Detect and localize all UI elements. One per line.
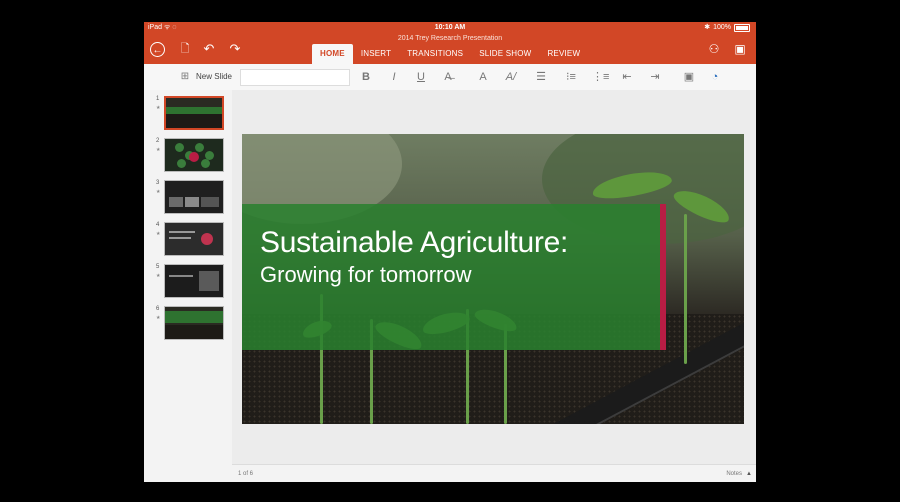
clock: 10:10 AM	[434, 24, 466, 31]
shapes-icon[interactable]: ◔	[708, 64, 722, 90]
italic-button[interactable]: I	[387, 64, 401, 90]
ipad-screen: iPad ᯤ ◌ 10:10 AM ✱ 100% 2014 Trey Resea…	[144, 22, 756, 482]
ribbon-bar: 2014 Trey Research Presentation ← 🗋 ↶ ↷ …	[144, 34, 756, 64]
clear-format-button[interactable]: A̶	[440, 64, 456, 90]
arrange-icon[interactable]: ▣	[682, 64, 696, 90]
new-slide-icon[interactable]: ⊞	[178, 64, 192, 90]
highlight-button[interactable]: A/	[502, 64, 520, 90]
slide-canvas-area: Sustainable Agriculture: Growing for tom…	[232, 90, 756, 464]
bluetooth-icon: ✱	[704, 24, 711, 31]
font-color-button[interactable]: A	[476, 64, 490, 90]
undo-icon[interactable]: ↶	[202, 41, 216, 57]
star-icon: ★	[156, 273, 161, 279]
tab-transitions[interactable]: TRANSITIONS	[399, 44, 471, 64]
status-footer: 1 of 6 Notes ▲	[232, 464, 756, 482]
slide-thumbnail[interactable]	[164, 264, 224, 298]
underline-button[interactable]: U	[414, 64, 428, 90]
thumbnail-row[interactable]: 2 ★	[144, 138, 232, 176]
slide-thumbnail[interactable]	[164, 222, 224, 256]
page-indicator: 1 of 6	[238, 471, 254, 477]
slide-subtitle[interactable]: Growing for tomorrow	[260, 262, 472, 288]
status-bar: iPad ᯤ ◌ 10:10 AM ✱ 100%	[144, 22, 756, 34]
thumbnail-row[interactable]: 5 ★	[144, 264, 232, 302]
accent-bar	[660, 204, 666, 350]
star-icon: ★	[156, 105, 161, 111]
thumbnail-number: 1	[156, 96, 160, 102]
home-toolbar: ⊞ New Slide B I U A̶ A A/ ☰ ⁝≡ ⋮≡ ⇤ ⇥ ▣ …	[144, 64, 756, 91]
thumbnail-number: 2	[156, 138, 160, 144]
present-icon[interactable]: ▣	[732, 41, 748, 57]
thumbnail-row[interactable]: 3 ★	[144, 180, 232, 218]
thumbnail-number: 5	[156, 264, 160, 270]
battery-icon	[734, 24, 750, 32]
bullets-icon[interactable]: ⁝≡	[564, 64, 578, 90]
thumbnail-row[interactable]: 4 ★	[144, 222, 232, 260]
thumbnail-number: 3	[156, 180, 160, 186]
star-icon: ★	[156, 189, 161, 195]
slide-thumbnails-panel: 1 ★ 2 ★ 3 ★ 4 ★ 5 ★ 6 ★	[144, 90, 232, 482]
star-icon: ★	[156, 315, 161, 321]
battery-status: ✱ 100%	[704, 22, 750, 34]
bold-button[interactable]: B	[359, 64, 373, 90]
thumbnail-number: 4	[156, 222, 160, 228]
thumbnail-row[interactable]: 6 ★	[144, 306, 232, 344]
decrease-indent-icon[interactable]: ⇤	[620, 64, 634, 90]
align-left-icon[interactable]: ☰	[534, 64, 548, 90]
font-name-box[interactable]	[240, 69, 350, 86]
ribbon-tabs: HOME INSERT TRANSITIONS SLIDE SHOW REVIE…	[312, 44, 588, 64]
slide-thumbnail[interactable]	[164, 306, 224, 340]
redo-icon[interactable]: ↷	[228, 41, 242, 57]
increase-indent-icon[interactable]: ⇥	[648, 64, 662, 90]
slide-thumbnail[interactable]	[164, 138, 224, 172]
battery-percent: 100%	[713, 24, 731, 31]
triangle-up-icon[interactable]: ▲	[746, 465, 752, 482]
numbering-icon[interactable]: ⋮≡	[592, 64, 609, 90]
file-icon[interactable]: 🗋	[178, 41, 192, 57]
new-slide-button[interactable]: New Slide	[194, 64, 234, 90]
back-icon[interactable]: ←	[150, 42, 165, 57]
slide-title[interactable]: Sustainable Agriculture:	[260, 226, 568, 260]
tab-insert[interactable]: INSERT	[353, 44, 399, 64]
share-person-icon[interactable]: ⚇	[706, 41, 722, 57]
star-icon: ★	[156, 231, 161, 237]
thumbnail-row[interactable]: 1 ★	[144, 96, 232, 134]
star-icon: ★	[156, 147, 161, 153]
notes-button[interactable]: Notes	[726, 465, 742, 482]
tab-slide-show[interactable]: SLIDE SHOW	[471, 44, 539, 64]
slide-thumbnail[interactable]	[164, 180, 224, 214]
tab-home[interactable]: HOME	[312, 44, 353, 64]
slide-thumbnail[interactable]	[164, 96, 224, 130]
thumbnail-number: 6	[156, 306, 160, 312]
current-slide[interactable]: Sustainable Agriculture: Growing for tom…	[242, 134, 744, 424]
tab-review[interactable]: REVIEW	[539, 44, 588, 64]
